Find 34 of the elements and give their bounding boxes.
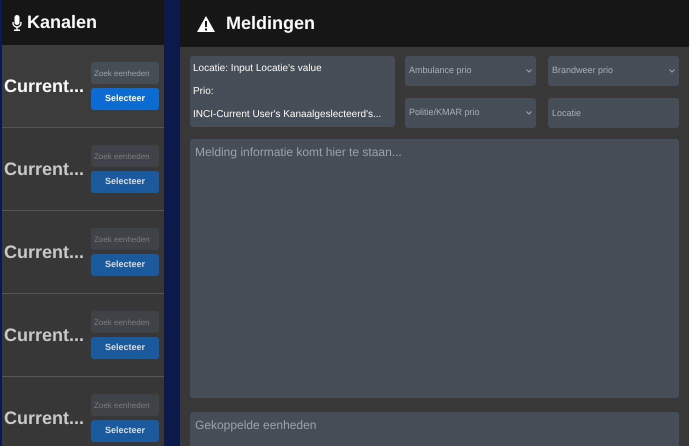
chevron-down-icon — [526, 111, 532, 115]
select-button[interactable]: Selecteer — [91, 171, 159, 193]
search-field[interactable]: Zoek eenheden — [91, 311, 159, 333]
channel-name: Current... — [4, 74, 84, 98]
select-button[interactable]: Selecteer — [91, 254, 159, 276]
warning-icon — [197, 16, 215, 32]
info-line: Prio: — [192, 85, 215, 99]
channel-name: Current... — [4, 158, 84, 180]
location-field[interactable]: Locatie — [548, 98, 679, 128]
dropdown-placeholder: Brandweer prio — [552, 64, 614, 78]
channel-name: Current... — [4, 240, 84, 264]
priority-dropdown[interactable]: Ambulance prio — [405, 56, 536, 86]
search-field[interactable]: Zoek eenheden — [91, 145, 159, 167]
select-button[interactable]: Selecteer — [91, 337, 159, 359]
priority-dropdown[interactable]: Politie/KMAR prio — [405, 98, 536, 128]
dropdown-placeholder: Politie/KMAR prio — [409, 106, 480, 120]
select-button[interactable]: Selecteer — [91, 420, 159, 442]
select-button[interactable]: Selecteer — [91, 88, 159, 110]
units-field[interactable]: Gekoppelde eenheden — [190, 412, 679, 446]
chevron-down-icon — [526, 69, 532, 73]
search-field[interactable]: Zoek eenheden — [91, 62, 159, 84]
message-field[interactable]: Melding informatie komt hier te staan... — [190, 139, 679, 398]
panel-title: Kanalen — [27, 11, 98, 34]
dropdown-placeholder: Ambulance prio — [409, 64, 472, 78]
search-field[interactable]: Zoek eenheden — [91, 228, 159, 250]
chevron-down-icon — [669, 69, 675, 73]
channel-name: Current... — [4, 324, 84, 346]
channel-name: Current... — [4, 406, 84, 430]
search-field[interactable]: Zoek eenheden — [91, 394, 159, 416]
priority-dropdown[interactable]: Brandweer prio — [548, 56, 679, 86]
panel-title: Meldingen — [226, 12, 315, 35]
microphone-icon — [12, 14, 22, 30]
info-line: Locatie: Input Locatie's value — [192, 62, 323, 76]
info-line: INCI-Current User's Kanaalgeslecteerd's... — [192, 108, 382, 122]
